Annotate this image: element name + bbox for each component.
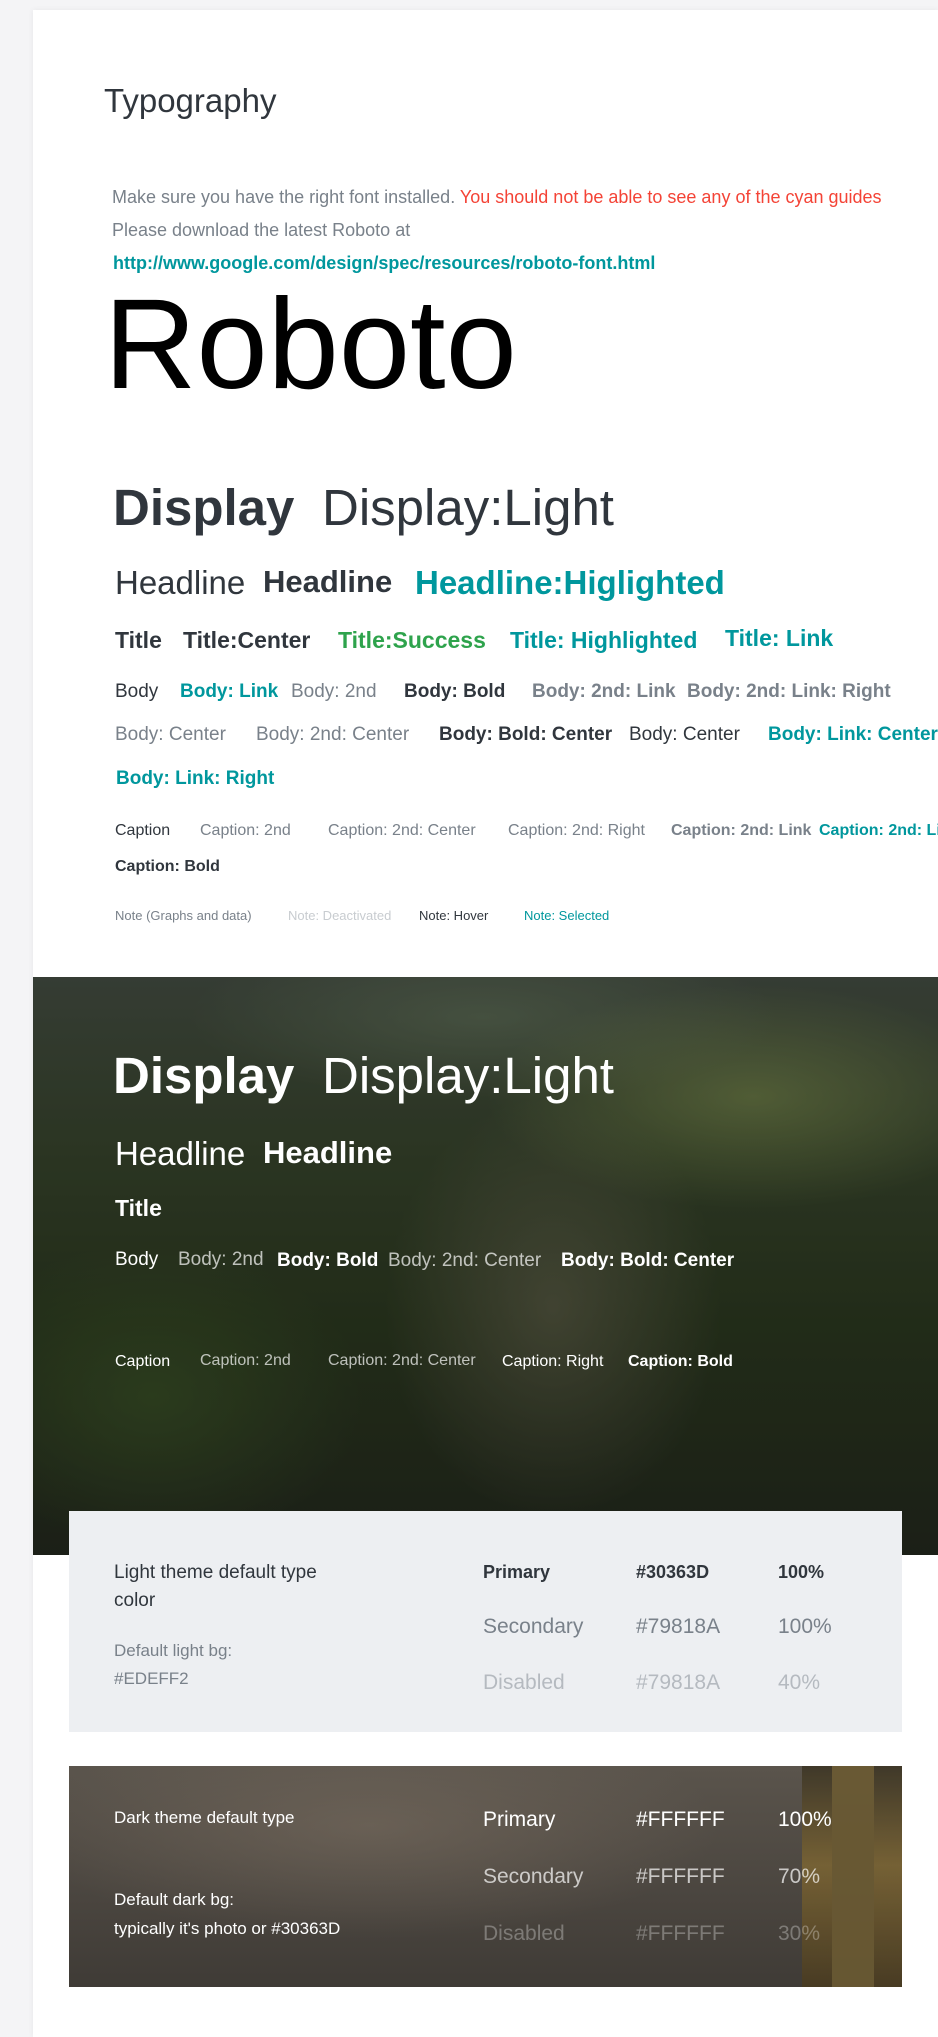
font-name-specimen: Roboto [104,273,517,416]
dark-disabled-opacity: 30% [778,1922,821,1945]
light-primary-opacity: 100% [778,1562,825,1582]
dark-secondary-hex: #FFFFFF [636,1865,725,1888]
dark-caption-right-specimen: Caption: Right [502,1353,604,1370]
notice-prefix: Make sure you have the right font instal… [112,187,456,207]
note-deactivated-specimen: Note: Deactivated [288,908,392,923]
headline-highlighted-specimen: Headline:Higlighted [415,564,725,601]
body-2nd-specimen: Body: 2nd [291,681,377,702]
dark-primary-hex: #FFFFFF [636,1808,725,1831]
caption-2nd-right-specimen: Caption: 2nd: Right [508,822,645,839]
dark-disabled-name: Disabled [483,1922,565,1945]
light-disabled-name: Disabled [483,1671,565,1694]
headline-specimen: Headline [115,564,246,601]
dark-disabled-hex: #FFFFFF [636,1922,725,1945]
light-disabled-hex: #79818A [636,1671,721,1694]
caption-2nd-link-specimen[interactable]: Caption: 2nd: Link [671,822,811,840]
body-specimen: Body [115,681,159,702]
caption-2nd-center-specimen: Caption: 2nd: Center [328,822,476,839]
dark-secondary-opacity: 70% [778,1865,821,1888]
light-bg-label: Default light bg: [114,1641,233,1660]
dark-body-2nd-specimen: Body: 2nd [178,1249,264,1270]
section-title: Typography [104,82,277,119]
notice-line-2: Please download the latest Roboto at [112,220,411,240]
note-specimen: Note (Graphs and data) [115,908,252,923]
dark-display-light-specimen: Display:Light [322,1047,614,1104]
font-notice: Make sure you have the right font instal… [112,181,882,214]
body-link-center-specimen[interactable]: Body: Link: Center [768,724,938,746]
dark-caption-2nd-center-specimen: Caption: 2nd: Center [328,1352,476,1369]
caption-2nd-specimen: Caption: 2nd [200,822,291,839]
dark-theme-heading: Dark theme default type [114,1808,295,1827]
title-link-specimen[interactable]: Title: Link [725,625,833,652]
title-highlighted-specimen: Title: Highlighted [510,627,698,653]
body-2nd-link-specimen[interactable]: Body: 2nd: Link [532,681,676,703]
note-hover-specimen: Note: Hover [419,908,489,923]
light-theme-panel: Light theme default type color Default l… [69,1511,902,1732]
dark-caption-bold-specimen: Caption: Bold [628,1353,733,1370]
dark-headline-bold-specimen: Headline [263,1135,393,1170]
light-secondary-hex: #79818A [636,1615,721,1638]
light-disabled-opacity: 40% [778,1671,821,1694]
light-secondary-opacity: 100% [778,1615,832,1638]
title-success-specimen: Title:Success [338,627,486,653]
body-center-specimen: Body: Center [115,724,226,745]
body-2nd-link-right-specimen[interactable]: Body: 2nd: Link: Right [687,681,891,703]
body-link-specimen[interactable]: Body: Link [180,681,278,703]
body-bold-center-specimen: Body: Bold: Center [439,724,613,745]
dark-body-2nd-center-specimen: Body: 2nd: Center [388,1250,542,1271]
dark-primary-name: Primary [483,1808,556,1831]
dark-body-bold-center-specimen: Body: Bold: Center [561,1250,735,1271]
dark-body-bold-specimen: Body: Bold [277,1250,379,1271]
dark-secondary-name: Secondary [483,1865,584,1888]
body-bold-specimen: Body: Bold [404,681,506,702]
light-secondary-name: Secondary [483,1615,584,1638]
body-link-right-specimen[interactable]: Body: Link: Right [116,768,274,790]
caption-bold-specimen: Caption: Bold [115,858,220,875]
light-bg-value: #EDEFF2 [114,1669,189,1688]
caption-2nd-link-center-specimen[interactable]: Caption: 2nd: Link: Center [819,822,938,840]
dark-headline-specimen: Headline [115,1135,246,1172]
notice-warning: You should not be able to see any of the… [459,187,882,207]
headline-bold-specimen: Headline [263,564,393,599]
title-center-specimen: Title:Center [183,627,311,653]
dark-theme-panel: Dark theme default type Default dark bg:… [69,1766,902,1987]
caption-specimen: Caption [115,822,171,839]
dark-display-specimen: Display [113,1047,295,1104]
dark-title-specimen: Title [115,1195,162,1221]
body-2nd-center-specimen: Body: 2nd: Center [256,724,410,745]
light-primary-name: Primary [483,1562,551,1582]
note-selected-specimen: Note: Selected [524,908,610,923]
dark-primary-opacity: 100% [778,1808,832,1831]
light-primary-hex: #30363D [636,1562,710,1582]
dark-bg-label: Default dark bg: [114,1890,235,1909]
dark-caption-specimen: Caption [115,1353,171,1370]
title-specimen: Title [115,627,162,653]
dark-body-specimen: Body [115,1249,159,1270]
display-light-specimen: Display:Light [322,479,614,536]
display-specimen: Display [113,479,295,536]
body-center-specimen-2: Body: Center [629,724,740,745]
light-theme-heading: Light theme default type color [114,1562,317,1611]
dark-caption-2nd-specimen: Caption: 2nd [200,1352,291,1369]
dark-bg-value: typically it's photo or #30363D [114,1919,341,1938]
